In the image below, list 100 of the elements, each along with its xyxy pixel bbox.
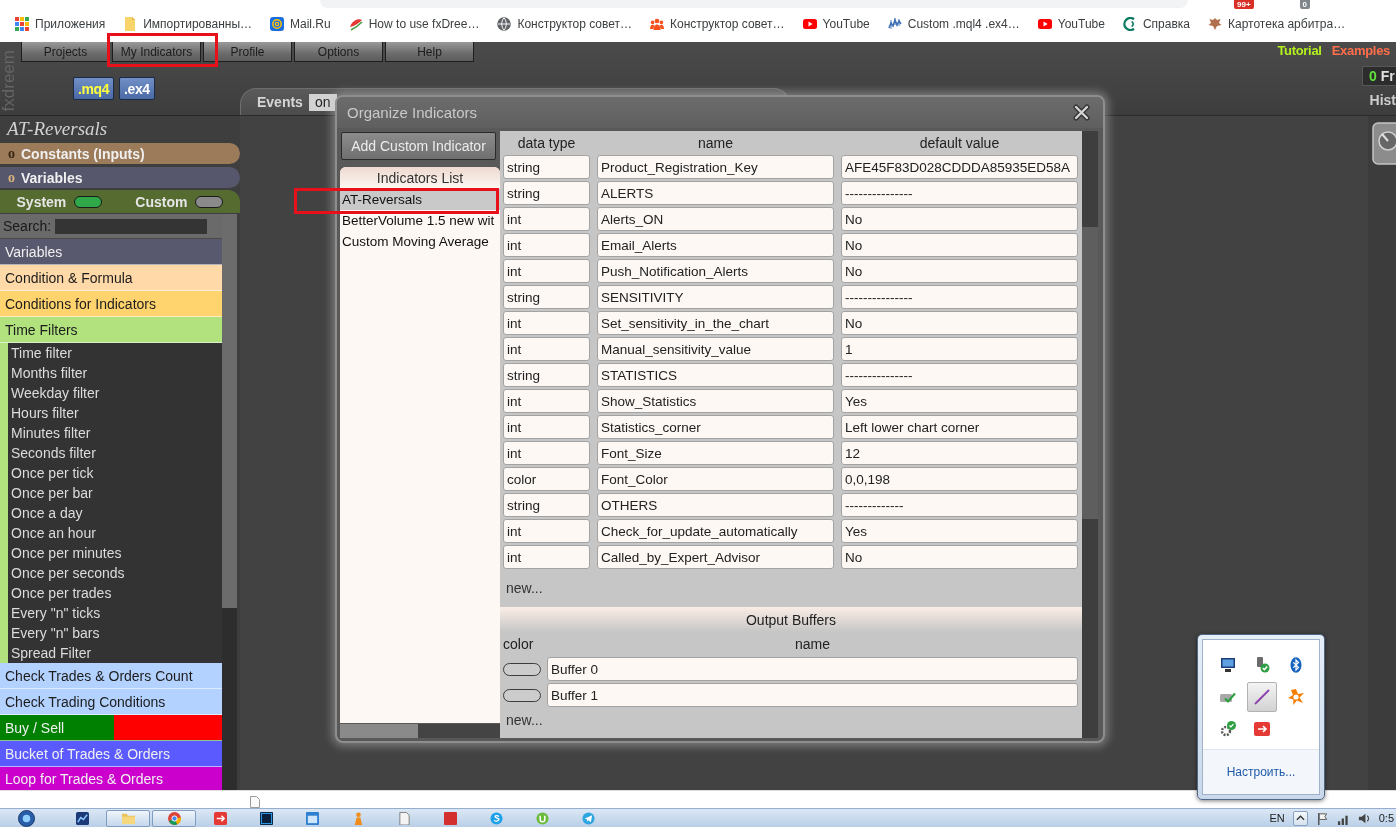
category-item[interactable]: Variables xyxy=(0,239,222,265)
value-field[interactable]: No xyxy=(841,311,1078,335)
bookmark-link[interactable]: Конструктор совет… xyxy=(497,16,632,31)
name-field[interactable]: Show_Statistics xyxy=(597,389,834,413)
name-field[interactable]: OTHERS xyxy=(597,493,834,517)
value-field[interactable]: No xyxy=(841,545,1078,569)
name-field[interactable]: Email_Alerts xyxy=(597,233,834,257)
block-item[interactable]: Spread Filter xyxy=(8,643,222,663)
name-field[interactable]: Push_Notification_Alerts xyxy=(597,259,834,283)
category-item[interactable]: Loop for Trades & Orders xyxy=(0,767,222,790)
value-field[interactable]: 0,0,198 xyxy=(841,467,1078,491)
value-field[interactable]: No xyxy=(841,207,1078,231)
swatch-icon[interactable] xyxy=(503,688,541,702)
block-item[interactable]: Every "n" ticks xyxy=(8,603,222,623)
scrollbar-thumb[interactable] xyxy=(222,214,237,608)
name-field[interactable]: Buffer 0 xyxy=(547,657,1078,681)
clock-text[interactable]: 0:5 xyxy=(1378,812,1394,824)
bookmark-link[interactable]: Импортированны… xyxy=(123,16,252,31)
scrollbar-thumb[interactable] xyxy=(340,724,418,738)
type-field[interactable]: int xyxy=(503,389,590,413)
bookmark-link[interactable]: Mail.Ru xyxy=(270,16,331,31)
name-field[interactable]: Statistics_corner xyxy=(597,415,834,439)
category-item[interactable]: Condition & Formula xyxy=(0,265,222,291)
bookmark-link[interactable]: How to use fxDree… xyxy=(348,16,480,31)
type-field[interactable]: string xyxy=(503,285,590,309)
category-item[interactable]: Check Trades & Orders Count xyxy=(0,663,222,689)
name-field[interactable]: Alerts_ON xyxy=(597,207,834,231)
section-bar[interactable]: o Variables xyxy=(0,167,240,188)
category-item[interactable]: Bucket of Trades & Orders xyxy=(0,741,222,767)
block-item[interactable]: Weekday filter xyxy=(8,383,222,403)
section-bar[interactable]: o Constants (Inputs) xyxy=(0,143,240,164)
type-field[interactable]: int xyxy=(503,311,590,335)
name-field[interactable]: Font_Color xyxy=(597,467,834,491)
value-field[interactable]: --------------- xyxy=(841,363,1078,387)
search-field[interactable] xyxy=(55,218,208,234)
new-link[interactable]: new... xyxy=(506,580,543,596)
category-item[interactable]: Buy / Sell xyxy=(0,715,222,741)
value-field[interactable]: --------------- xyxy=(841,285,1078,309)
new-link[interactable]: new... xyxy=(506,712,543,728)
bookmark-link[interactable]: Приложения xyxy=(15,16,106,31)
type-field[interactable]: int xyxy=(503,259,590,283)
name-field[interactable]: SENSITIVITY xyxy=(597,285,834,309)
name-field[interactable]: Set_sensitivity_in_the_chart xyxy=(597,311,834,335)
type-field[interactable]: int xyxy=(503,337,590,361)
category-item[interactable]: Time Filters xyxy=(0,317,222,343)
block-item[interactable]: Seconds filter xyxy=(8,443,222,463)
file-type-button[interactable]: .mq4 xyxy=(73,77,115,100)
block-item[interactable]: Once per minutes xyxy=(8,543,222,563)
toggle-switch[interactable] xyxy=(74,195,103,208)
type-field[interactable]: int xyxy=(503,233,590,257)
bookmark-link[interactable]: YouTube xyxy=(802,16,870,31)
block-item[interactable]: Once an hour xyxy=(8,523,222,543)
value-field[interactable]: 12 xyxy=(841,441,1078,465)
bookmark-link[interactable]: YouTube xyxy=(1037,16,1105,31)
list-item[interactable]: BetterVolume 1.5 new wit xyxy=(340,210,500,231)
type-field[interactable]: string xyxy=(503,493,590,517)
name-field[interactable]: STATISTICS xyxy=(597,363,834,387)
menu-tab[interactable]: Profile xyxy=(203,42,292,62)
bookmark-link[interactable]: Картотека арбитра… xyxy=(1208,16,1346,31)
header-link[interactable]: Tutorial xyxy=(1277,43,1322,58)
block-item[interactable]: Once per tick xyxy=(8,463,222,483)
value-field[interactable]: Yes xyxy=(841,519,1078,543)
name-field[interactable]: Buffer 1 xyxy=(547,683,1078,707)
name-field[interactable]: Font_Size xyxy=(597,441,834,465)
orb-icon[interactable] xyxy=(18,809,35,827)
block-item[interactable]: Every "n" bars xyxy=(8,623,222,643)
add-indicator-button[interactable]: Add Custom Indicator xyxy=(341,132,496,160)
block-item[interactable]: Once per bar xyxy=(8,483,222,503)
swatch-icon[interactable] xyxy=(503,662,541,676)
customize-link[interactable]: Настроить... xyxy=(1226,765,1296,779)
bookmark-link[interactable]: Справка xyxy=(1122,16,1190,31)
close-icon[interactable] xyxy=(1073,104,1090,121)
value-field[interactable]: No xyxy=(841,259,1078,283)
block-item[interactable]: Hours filter xyxy=(8,403,222,423)
name-field[interactable]: Called_by_Expert_Advisor xyxy=(597,545,834,569)
type-field[interactable]: int xyxy=(503,207,590,231)
type-field[interactable]: int xyxy=(503,441,590,465)
scrollbar-thumb[interactable] xyxy=(1082,227,1098,519)
block-item[interactable]: Months filter xyxy=(8,363,222,383)
value-field[interactable]: Left lower chart corner xyxy=(841,415,1078,439)
file-type-button[interactable]: .ex4 xyxy=(119,77,155,100)
gauge-icon[interactable] xyxy=(1372,122,1396,165)
events-tab[interactable]: Events xyxy=(257,94,303,110)
type-field[interactable]: string xyxy=(503,363,590,387)
block-item[interactable]: Once a day xyxy=(8,503,222,523)
value-field[interactable]: No xyxy=(841,233,1078,257)
type-field[interactable]: int xyxy=(503,545,590,569)
flag-icon[interactable] xyxy=(1315,811,1329,825)
block-item[interactable]: Once per seconds xyxy=(8,563,222,583)
type-field[interactable]: color xyxy=(503,467,590,491)
bookmark-link[interactable]: Custom .mql4 .ex4… xyxy=(887,16,1020,31)
category-item[interactable]: Conditions for Indicators xyxy=(0,291,222,317)
block-item[interactable]: Time filter xyxy=(8,343,222,363)
name-field[interactable]: Check_for_update_automatically xyxy=(597,519,834,543)
value-field[interactable]: --------------- xyxy=(841,181,1078,205)
type-field[interactable]: string xyxy=(503,155,590,179)
value-field[interactable]: AFE45F83D028CDDDA85935ED58A xyxy=(841,155,1078,179)
type-field[interactable]: int xyxy=(503,415,590,439)
block-item[interactable]: Once per trades xyxy=(8,583,222,603)
list-item[interactable]: Custom Moving Average xyxy=(340,231,500,252)
